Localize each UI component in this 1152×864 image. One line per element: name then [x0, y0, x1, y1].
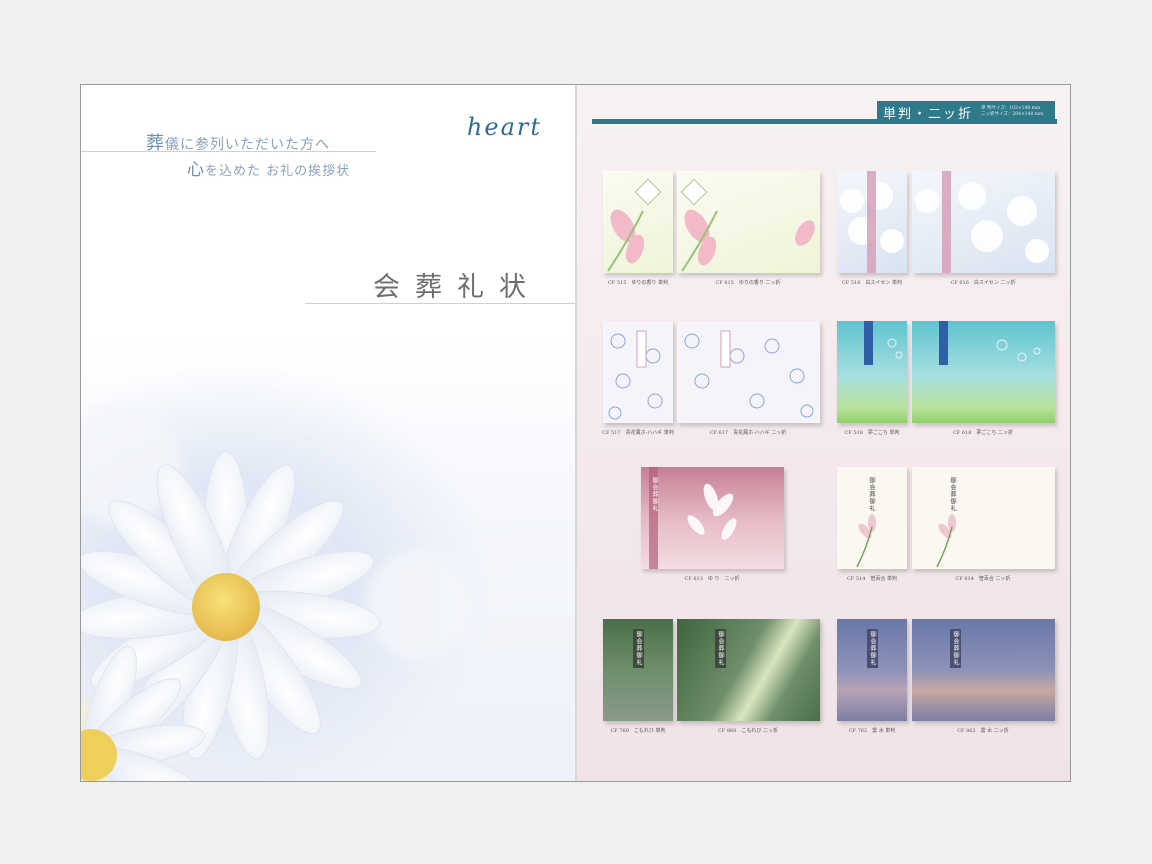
product-card-unsui-folded: 御会葬御礼	[912, 619, 1055, 721]
bubbles-icon	[939, 321, 1041, 365]
product-card-dream-single	[837, 321, 907, 423]
caption: CF 514 笹百合 単判	[846, 576, 898, 582]
lily-icon	[649, 467, 737, 569]
product-card-narcissus-folded	[912, 171, 1055, 273]
divider	[305, 303, 576, 304]
size-spec: 単 判サイズ：102×148 mm 二ッ折サイズ：204×148 mm	[981, 106, 1044, 117]
caption: CF 515 ゆりの香り 単判	[607, 280, 669, 286]
card-inscription: 御会葬御礼	[950, 629, 961, 668]
caption: CF 616 白スイセン 二ッ折	[950, 280, 1016, 286]
card-inscription: 御会葬御礼	[867, 629, 878, 668]
caption: CF 615 ゆりの香り 二ッ折	[715, 280, 781, 286]
dandelion-pattern-icon	[608, 330, 663, 420]
brand-logo: heart	[466, 113, 542, 141]
card-inscription: 御会葬御礼	[651, 477, 658, 512]
caption: CF 762 雲 水 単判	[848, 728, 896, 734]
product-card-yuri-folded: 御会葬御礼	[641, 467, 784, 569]
product-card-sasayuri-single: 御会葬御礼	[837, 467, 907, 569]
format-label: 単判・二ッ折	[883, 106, 974, 122]
product-card-bluefloral-single	[603, 321, 673, 423]
caption: CF 613 ゆ り 二ッ折	[684, 576, 740, 582]
product-card-lily-single	[603, 171, 673, 273]
card-inscription: 御会葬御礼	[949, 477, 956, 512]
left-page: 葬儀に参列いただいた方へ 心を込めた お礼の挨拶状 heart 会葬礼状	[81, 85, 576, 781]
lily-icon	[680, 178, 815, 272]
product-card-narcissus-single	[837, 171, 907, 273]
product-card-komorebi-single: 御会葬御礼	[603, 619, 673, 721]
tagline-line2: 心を込めた お礼の挨拶状	[187, 160, 351, 180]
narcissus-icon	[840, 171, 904, 273]
caption: CF 618 夢ごこち 二ッ折	[952, 430, 1014, 436]
divider	[81, 151, 376, 152]
format-badge: 単判・二ッ折 単 判サイズ：102×148 mm 二ッ折サイズ：204×148 …	[877, 101, 1055, 123]
right-page: 単判・二ッ折 単 判サイズ：102×148 mm 二ッ折サイズ：204×148 …	[577, 85, 1070, 781]
card-inscription: 御会葬御礼	[633, 629, 644, 668]
catalog-spread: 葬儀に参列いただいた方へ 心を込めた お礼の挨拶状 heart 会葬礼状 単判・…	[80, 84, 1071, 782]
caption: CF 760 こもれび 単判	[610, 728, 666, 734]
caption: CF 862 雲 水 二ッ折	[957, 728, 1009, 734]
caption: CF 518 夢ごこち 単判	[844, 430, 900, 436]
caption: CF 617 青花風ホ-ハハギ 二ッ折	[709, 430, 787, 436]
product-card-unsui-single: 御会葬御礼	[837, 619, 907, 721]
product-card-komorebi-folded: 御会葬御礼	[677, 619, 820, 721]
lily-icon	[936, 514, 956, 568]
narcissus-icon	[915, 171, 1049, 273]
lily-icon	[607, 178, 662, 272]
product-card-sasayuri-folded: 御会葬御礼	[912, 467, 1055, 569]
page-title: 会葬礼状	[373, 272, 541, 303]
product-card-lily-folded	[677, 171, 820, 273]
caption: CF 517 青花風ホ-ハハギ 単判	[602, 430, 674, 436]
caption: CF 614 笹百合 二ッ折	[955, 576, 1011, 582]
product-card-bluefloral-folded	[677, 321, 820, 423]
dandelion-pattern-icon	[684, 330, 814, 418]
caption: CF 516 白スイセン 単判	[841, 280, 903, 286]
card-inscription: 御会葬御礼	[715, 629, 726, 668]
daisy-illustration	[81, 405, 476, 781]
caption: CF 860 こもれび 二ッ折	[717, 728, 779, 734]
bubbles-icon	[864, 321, 903, 365]
card-inscription: 御会葬御礼	[868, 477, 875, 512]
product-card-dream-folded	[912, 321, 1055, 423]
daisy-photo	[81, 335, 576, 781]
